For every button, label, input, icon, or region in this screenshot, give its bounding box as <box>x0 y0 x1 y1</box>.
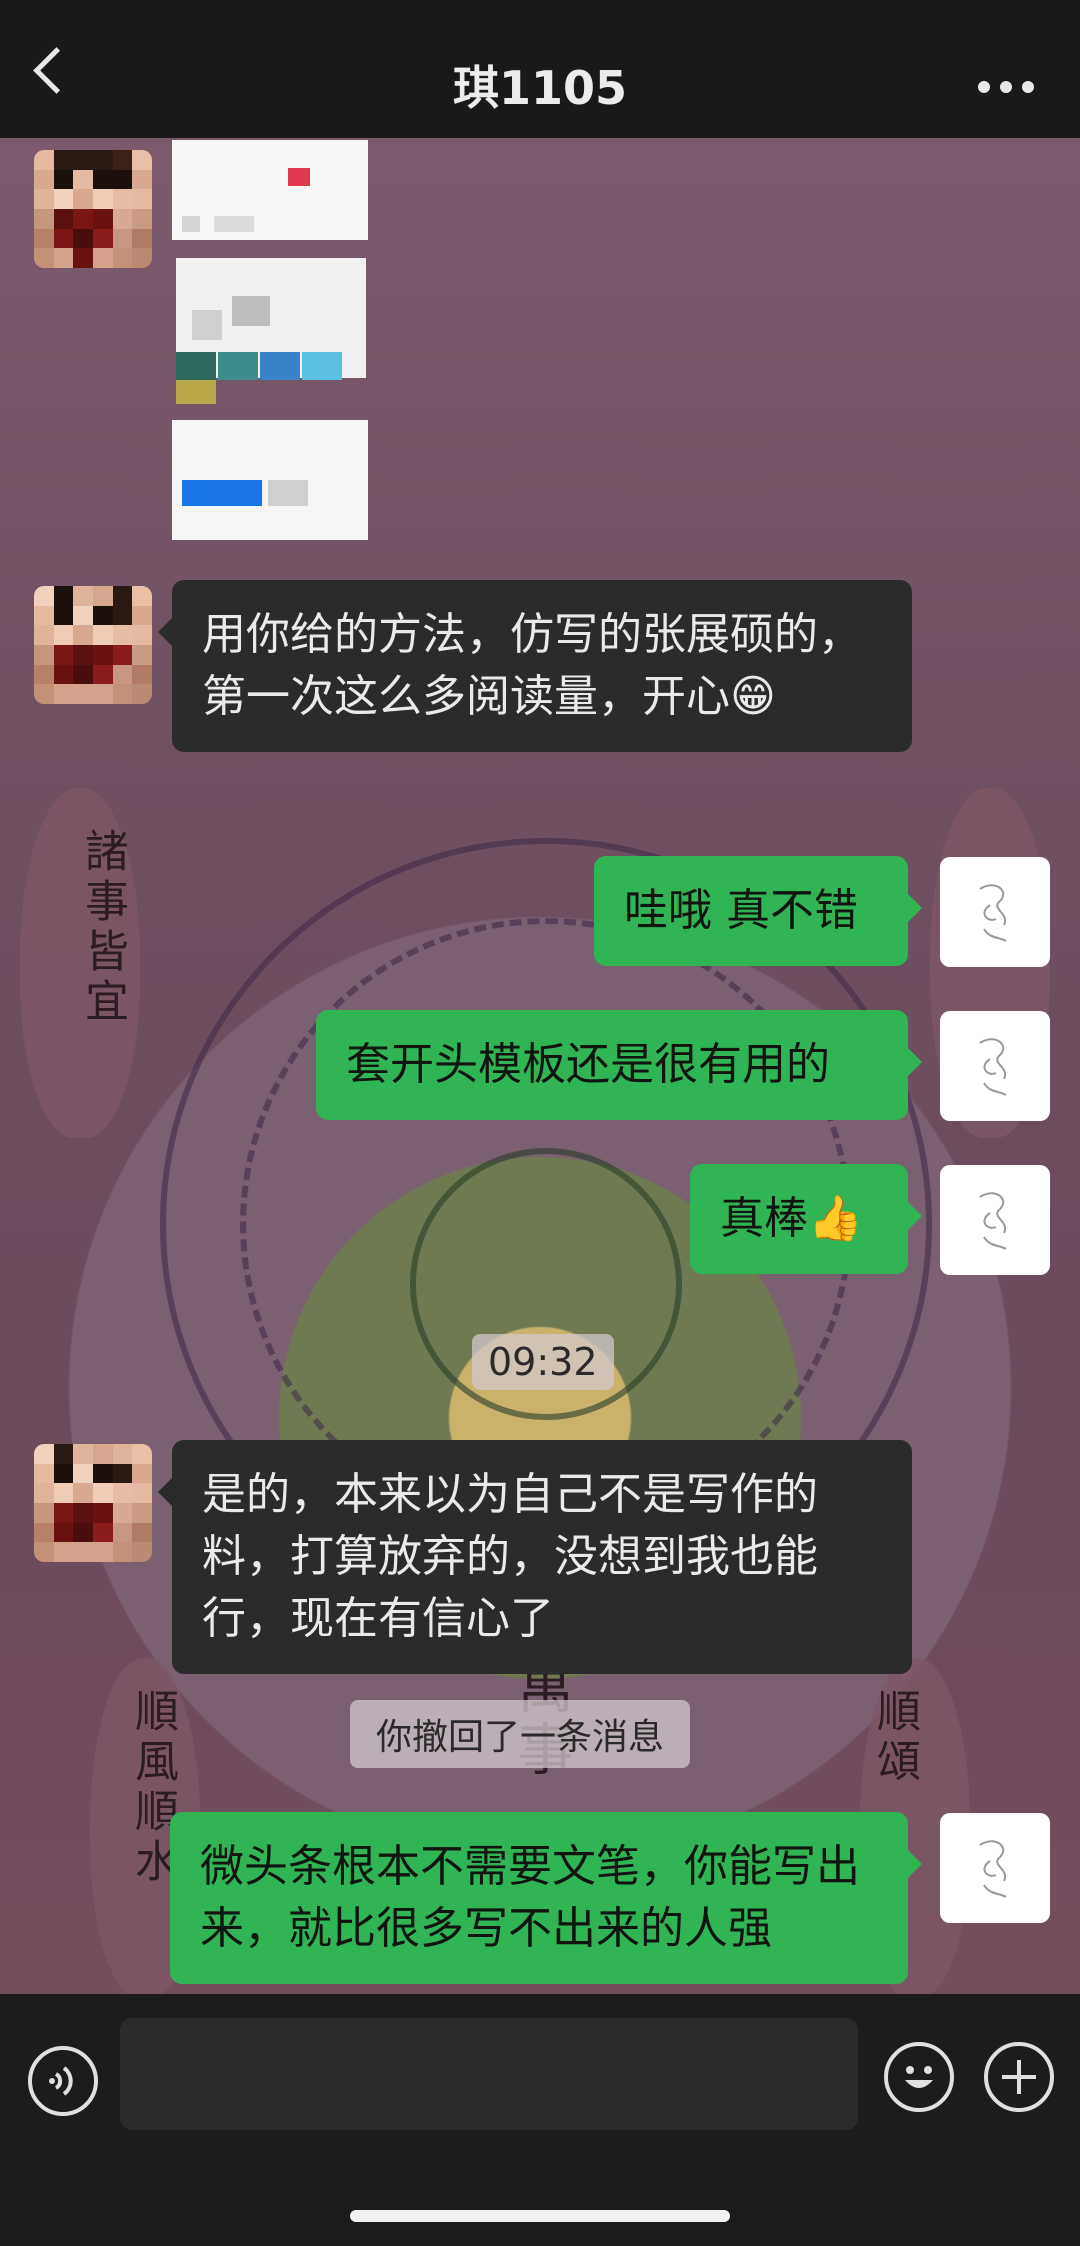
sketch-avatar-icon <box>979 1192 1007 1250</box>
my-avatar[interactable] <box>940 1813 1050 1923</box>
emoji-icon[interactable] <box>884 2042 954 2112</box>
my-avatar[interactable] <box>940 857 1050 967</box>
more-options-icon[interactable] <box>968 78 1034 97</box>
my-avatar[interactable] <box>940 1011 1050 1121</box>
recall-notice: 你撤回了一条消息 <box>350 1700 691 1768</box>
message-bubble-sent[interactable]: 真棒👍 <box>690 1164 922 1274</box>
message-bubble-sent[interactable]: 哇哦 真不错 <box>594 856 922 966</box>
chat-header: 琪1105 <box>0 0 1080 138</box>
sketch-avatar-icon <box>979 884 1007 942</box>
sketch-avatar-icon <box>979 1038 1007 1096</box>
message-input[interactable] <box>120 2018 858 2130</box>
contact-avatar[interactable] <box>34 150 152 268</box>
plus-icon[interactable] <box>984 2042 1054 2112</box>
my-avatar[interactable] <box>940 1165 1050 1275</box>
shared-image-message[interactable] <box>172 140 368 540</box>
message-bubble-received[interactable]: 是的，本来以为自己不是写作的料，打算放弃的，没想到我也能行，现在有信心了 <box>158 1440 912 1674</box>
contact-avatar[interactable] <box>34 1444 152 1562</box>
message-bubble-received[interactable]: 用你给的方法，仿写的张展硕的，第一次这么多阅读量，开心😁 <box>158 580 912 752</box>
contact-avatar[interactable] <box>34 586 152 704</box>
sketch-avatar-icon <box>979 1840 1007 1898</box>
timestamp: 09:32 <box>472 1334 614 1390</box>
home-indicator[interactable] <box>350 2210 730 2222</box>
message-bubble-sent[interactable]: 套开头模板还是很有用的 <box>316 1010 922 1120</box>
wallpaper-text-left: 諸事皆宜 <box>77 828 128 1028</box>
wallpaper-text-right-bottom: 順頌 <box>869 1688 920 1788</box>
input-bar <box>0 1994 1080 2246</box>
chat-title: 琪1105 <box>452 61 628 115</box>
message-bubble-sent[interactable]: 微头条根本不需要文笔，你能写出来，就比很多写不出来的人强 <box>170 1812 922 1984</box>
voice-input-icon[interactable] <box>28 2046 98 2116</box>
